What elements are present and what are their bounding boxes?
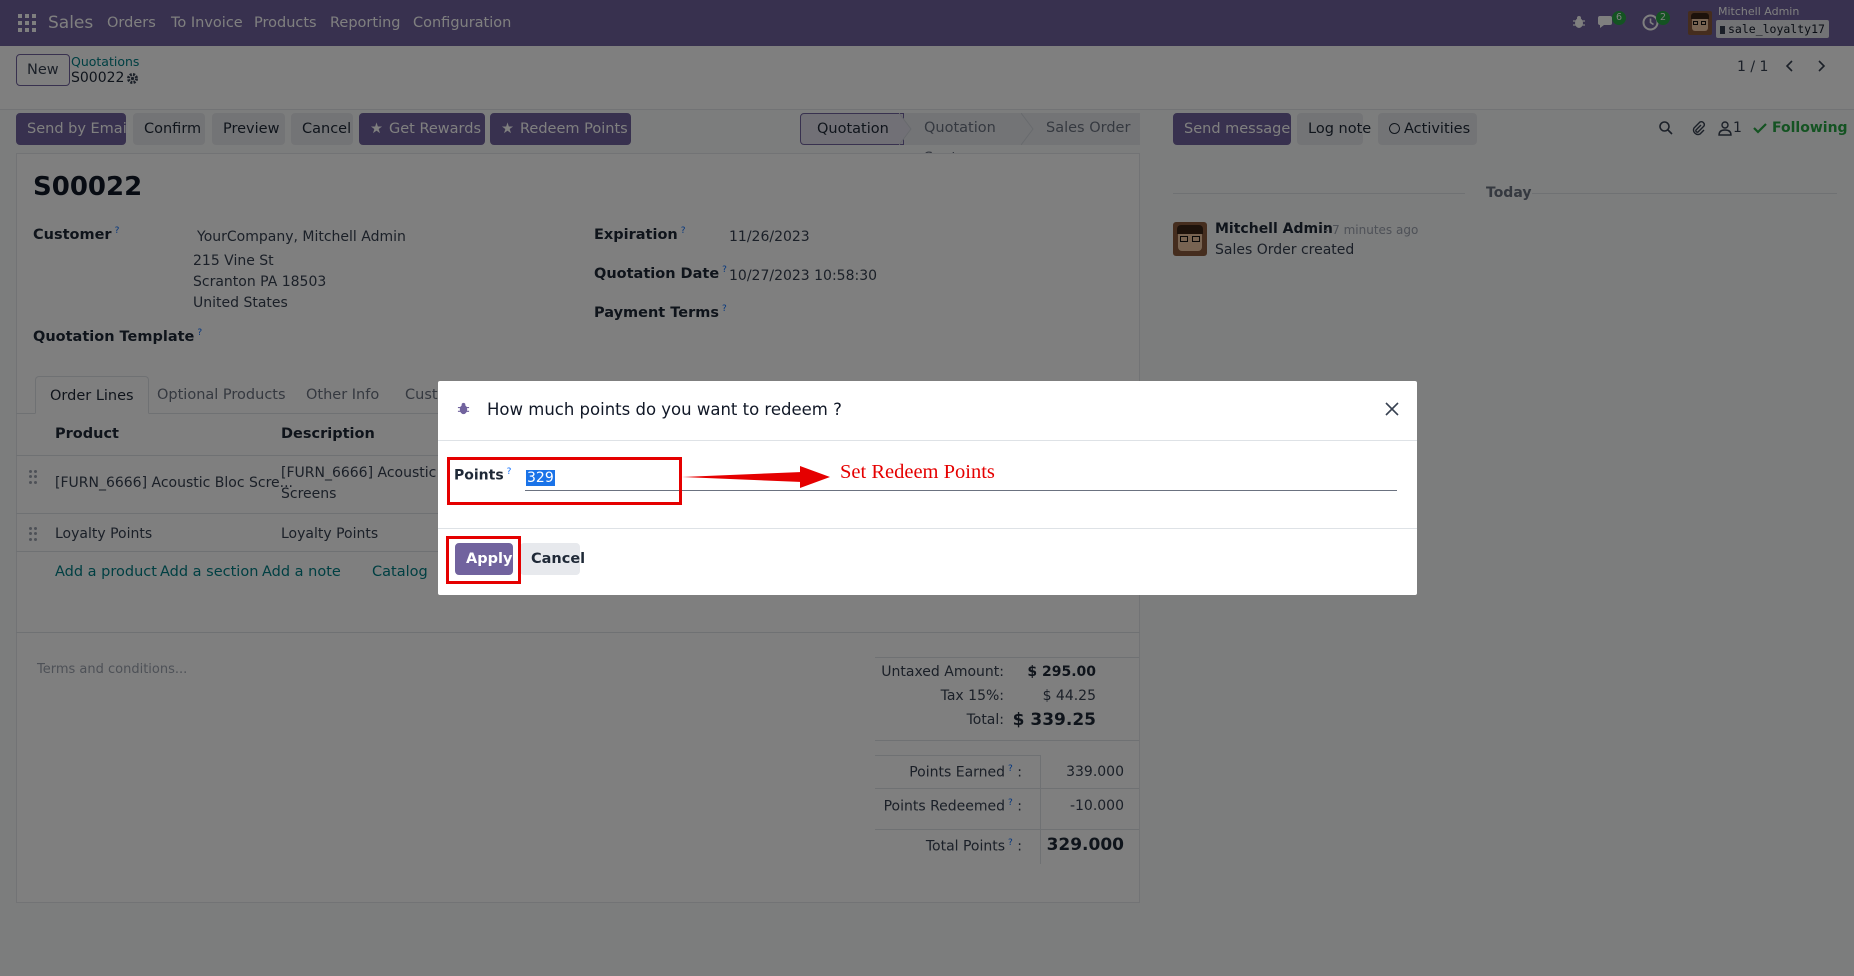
redeem-points-dialog: How much points do you want to redeem ? …: [438, 381, 1417, 595]
annotation-apply-highlight: [446, 536, 521, 584]
dialog-title: How much points do you want to redeem ?: [487, 400, 842, 419]
debug-bug-icon: [457, 402, 470, 415]
close-icon[interactable]: [1384, 401, 1400, 417]
annotation-label: Set Redeem Points: [840, 461, 995, 483]
annotation-arrow-icon: [682, 466, 830, 488]
annotation-points-highlight: [447, 457, 682, 505]
dialog-cancel-button[interactable]: Cancel: [520, 543, 585, 575]
